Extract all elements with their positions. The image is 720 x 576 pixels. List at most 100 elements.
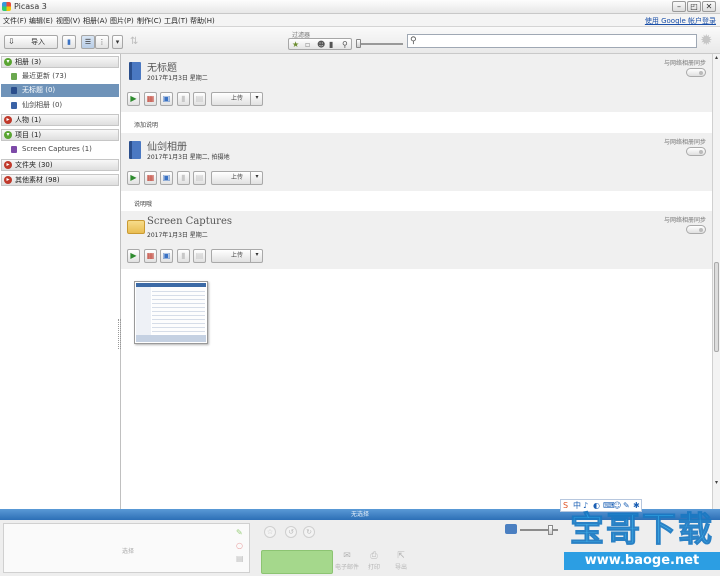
projects-group-header[interactable]: ▾ 项目 (1)	[1, 129, 119, 141]
menu-picture[interactable]: 图片(P)	[110, 16, 134, 26]
scroll-thumb[interactable]	[714, 262, 719, 352]
clear-icon[interactable]: ○	[236, 541, 243, 550]
people-filter-icon[interactable]: ☻	[317, 39, 325, 50]
settings-icon[interactable]: ✹	[700, 31, 713, 49]
export-button[interactable]: ⇱ 导出	[389, 550, 413, 571]
tree-view-button[interactable]: ⋮	[95, 35, 109, 49]
geotag-icon[interactable]: ▮	[177, 92, 190, 106]
menu-view[interactable]: 视图(V)	[56, 16, 80, 26]
import-label: 导入	[31, 38, 45, 46]
share-button[interactable]	[261, 550, 333, 574]
sort-icon[interactable]: ⇅	[130, 36, 138, 47]
caption-row[interactable]: 说明哦	[121, 195, 712, 211]
play-slideshow-icon[interactable]: ▶	[127, 171, 140, 185]
album-caption: 添加说明	[134, 122, 159, 129]
menu-help[interactable]: 帮助(H)	[190, 16, 215, 26]
chevron-down-icon[interactable]: ▾	[250, 171, 263, 185]
site-watermark: 宝哥下载 www.baoge.net	[564, 510, 720, 576]
vertical-scrollbar[interactable]: ▴ ▾	[712, 54, 720, 509]
collage-icon[interactable]: ▦	[144, 171, 157, 185]
view-dropdown-button[interactable]: ▾	[112, 35, 123, 49]
menu-file[interactable]: 文件(F)	[3, 16, 27, 26]
title-bar: Picasa 3 – ◰ ✕	[0, 0, 720, 14]
people-group-header[interactable]: ▸ 人物 (1)	[1, 114, 119, 126]
sidebar-item-untitled[interactable]: 无标题 (0)	[1, 84, 119, 97]
folders-group-header[interactable]: ▸ 文件夹 (30)	[1, 159, 119, 171]
folder-title[interactable]: Screen Captures	[147, 216, 232, 227]
blog-icon[interactable]: ▤	[193, 171, 206, 185]
window-title: Picasa 3	[14, 2, 47, 11]
blog-icon[interactable]: ▤	[193, 249, 206, 263]
sync-toggle[interactable]	[686, 68, 706, 77]
sidebar-item-label: 无标题 (0)	[22, 86, 56, 94]
album-caption: 说明哦	[134, 201, 153, 208]
album-title[interactable]: 无标题	[147, 59, 177, 74]
menu-album[interactable]: 相册(A)	[83, 16, 107, 26]
rotate-left-icon[interactable]: ↺	[285, 526, 297, 538]
print-label: 打印	[367, 564, 380, 571]
date-filter-slider[interactable]	[356, 39, 361, 48]
print-button[interactable]: ⎙ 打印	[362, 550, 386, 571]
movie-icon[interactable]: ▣	[160, 249, 173, 263]
scroll-up-icon[interactable]: ▴	[713, 54, 720, 62]
email-button[interactable]: ✉ 电子邮件	[335, 550, 359, 571]
add-to-album-button[interactable]: ▮	[62, 35, 76, 49]
import-button[interactable]: ⇩ 导入	[4, 35, 58, 49]
albums-group-header[interactable]: ▾ 相册 (3)	[1, 56, 119, 68]
photo-thumbnail[interactable]	[134, 281, 208, 344]
geotag-filter-icon[interactable]: ▮	[329, 39, 333, 50]
chevron-down-icon[interactable]: ▾	[250, 249, 263, 263]
list-view-button[interactable]: ☰	[81, 35, 95, 49]
geotag-icon[interactable]: ▮	[177, 171, 190, 185]
add-to-icon[interactable]: ▤	[236, 554, 244, 563]
album-book-icon	[11, 87, 17, 94]
play-slideshow-icon[interactable]: ▶	[127, 249, 140, 263]
sidebar-item-xianjian[interactable]: 仙剑相册 (0)	[1, 99, 119, 112]
star-filter-icon[interactable]: ★	[292, 39, 299, 50]
thumbnail-size-slider[interactable]	[548, 525, 553, 535]
menu-tools[interactable]: 工具(T)	[164, 16, 188, 26]
add-album-icon: ▮	[67, 38, 71, 46]
minimize-button[interactable]: –	[672, 1, 686, 12]
video-filter-icon[interactable]: ▫	[305, 39, 310, 50]
hold-icon[interactable]: ✎	[236, 528, 243, 537]
blog-icon[interactable]: ▤	[193, 92, 206, 106]
sync-toggle[interactable]	[686, 225, 706, 234]
movie-icon[interactable]: ▣	[160, 92, 173, 106]
signin-link[interactable]: 使用 Google 帐户登录	[645, 16, 716, 26]
album-header: 无标题 2017年1月3日 星期二 与网络相册同步 ▶ ▦ ▣ ▮ ▤ 上传 ▾	[121, 54, 712, 112]
list-view-icon: ☰	[84, 38, 92, 46]
close-button[interactable]: ✕	[702, 1, 716, 12]
collage-icon[interactable]: ▦	[144, 249, 157, 263]
chevron-down-icon[interactable]: ▾	[250, 92, 263, 106]
sidebar-item-label: 最近更新 (73)	[22, 72, 67, 80]
search-input[interactable]	[420, 36, 690, 46]
collage-icon[interactable]: ▦	[144, 92, 157, 106]
sync-toggle[interactable]	[686, 147, 706, 156]
search-icon: ⚲	[410, 36, 417, 46]
sync-label: 与网络相册同步	[663, 60, 706, 67]
other-group-header[interactable]: ▸ 其他素材 (98)	[1, 174, 119, 186]
sidebar-item-recent[interactable]: 最近更新 (73)	[1, 70, 119, 83]
location-filter-icon[interactable]: ⚲	[342, 39, 348, 50]
search-box[interactable]: ⚲	[407, 34, 697, 48]
thumbnail-size-icon	[505, 524, 517, 534]
sidebar-item-screen-captures[interactable]: Screen Captures (1)	[1, 143, 119, 156]
play-slideshow-icon[interactable]: ▶	[127, 92, 140, 106]
album-date: 2017年1月3日 星期二	[147, 75, 208, 82]
sync-label: 与网络相册同步	[663, 217, 706, 224]
caption-row[interactable]: 添加说明	[121, 116, 712, 132]
selection-area[interactable]: 选择	[3, 523, 250, 573]
restore-button[interactable]: ◰	[687, 1, 701, 12]
menu-create[interactable]: 制作(C)	[137, 16, 161, 26]
geotag-icon[interactable]: ▮	[177, 249, 190, 263]
album-title[interactable]: 仙剑相册	[147, 138, 187, 153]
star-tray-icon[interactable]: ☆	[264, 526, 276, 538]
rotate-right-icon[interactable]: ↻	[303, 526, 315, 538]
email-icon: ✉	[343, 551, 351, 561]
menu-edit[interactable]: 编辑(E)	[29, 16, 53, 26]
folders-group-label: 文件夹 (30)	[15, 161, 53, 169]
scroll-down-icon[interactable]: ▾	[713, 479, 720, 487]
movie-icon[interactable]: ▣	[160, 171, 173, 185]
watermark-text: 宝哥下载	[570, 510, 714, 551]
